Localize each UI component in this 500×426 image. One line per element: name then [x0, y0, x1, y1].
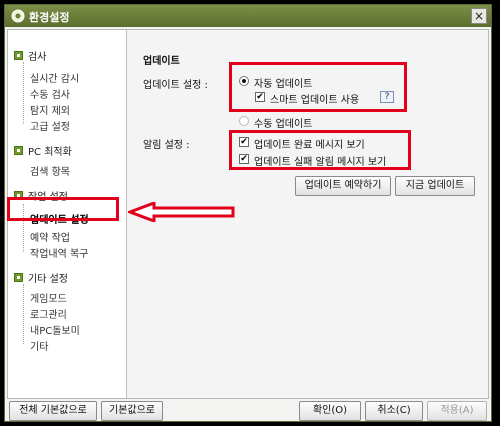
title-bar[interactable]: 환경설정 × — [5, 5, 491, 27]
bottom-button-bar: 전체 기본값으로 기본값으로 확인(O) 취소(C) 적용(A) — [7, 401, 489, 421]
window-title: 환경설정 — [29, 11, 70, 24]
close-button[interactable]: × — [471, 8, 487, 24]
cancel-button[interactable]: 취소(C) — [365, 401, 423, 421]
settings-app-icon — [11, 9, 25, 23]
alarm-setting-label: 알림 설정 : — [143, 140, 190, 151]
pointer-arrow-icon — [128, 202, 235, 222]
sidebar-group-etc[interactable]: 기타 설정 — [14, 270, 68, 285]
update-now-button[interactable]: 지금 업데이트 — [395, 176, 475, 196]
close-icon: × — [473, 9, 485, 23]
highlight-box-notifications — [229, 130, 411, 170]
sidebar-item-search-items[interactable]: 검색 항목 — [30, 163, 70, 178]
sidebar-group-label: 기타 설정 — [28, 273, 68, 285]
section-title: 업데이트 — [143, 56, 180, 67]
sidebar-item-log-management[interactable]: 로그관리 — [30, 306, 67, 321]
tree-line — [23, 284, 25, 344]
update-setting-label: 업데이트 설정 : — [143, 80, 208, 91]
sidebar-item-scheduled-tasks[interactable]: 예약 작업 — [30, 229, 70, 244]
category-icon — [14, 50, 23, 60]
sidebar-item-game-mode[interactable]: 게임모드 — [30, 290, 67, 305]
schedule-update-button[interactable]: 업데이트 예약하기 — [295, 176, 391, 196]
sidebar-item-other[interactable]: 기타 — [30, 338, 48, 353]
reset-all-button[interactable]: 전체 기본값으로 — [9, 401, 97, 421]
sidebar-item-advanced[interactable]: 고급 설정 — [30, 118, 70, 133]
sidebar-group-scan[interactable]: 검사 — [14, 48, 47, 63]
highlight-box-update-settings — [7, 197, 119, 221]
ok-button[interactable]: 확인(O) — [299, 401, 361, 421]
manual-update-radio[interactable] — [239, 116, 249, 126]
sidebar-group-label: PC 최적화 — [28, 146, 72, 158]
category-icon — [14, 145, 23, 155]
sidebar-item-task-history-restore[interactable]: 작업내역 복구 — [30, 245, 88, 260]
category-icon — [14, 272, 23, 282]
sidebar-item-exclusions[interactable]: 탐지 제외 — [30, 102, 70, 117]
apply-button[interactable]: 적용(A) — [427, 401, 487, 421]
sidebar-item-manual-scan[interactable]: 수동 검사 — [30, 86, 70, 101]
highlight-box-auto-update — [229, 62, 407, 112]
reset-button[interactable]: 기본값으로 — [101, 401, 163, 421]
sidebar-item-realtime-monitor[interactable]: 실시간 감시 — [30, 70, 79, 85]
manual-update-label[interactable]: 수동 업데이트 — [254, 115, 312, 130]
tree-line — [23, 62, 25, 124]
sidebar-item-my-pc-care[interactable]: 내PC돌보미 — [30, 322, 80, 337]
sidebar-group-label: 검사 — [28, 51, 47, 63]
sidebar-group-pc-optimize[interactable]: PC 최적화 — [14, 143, 72, 158]
